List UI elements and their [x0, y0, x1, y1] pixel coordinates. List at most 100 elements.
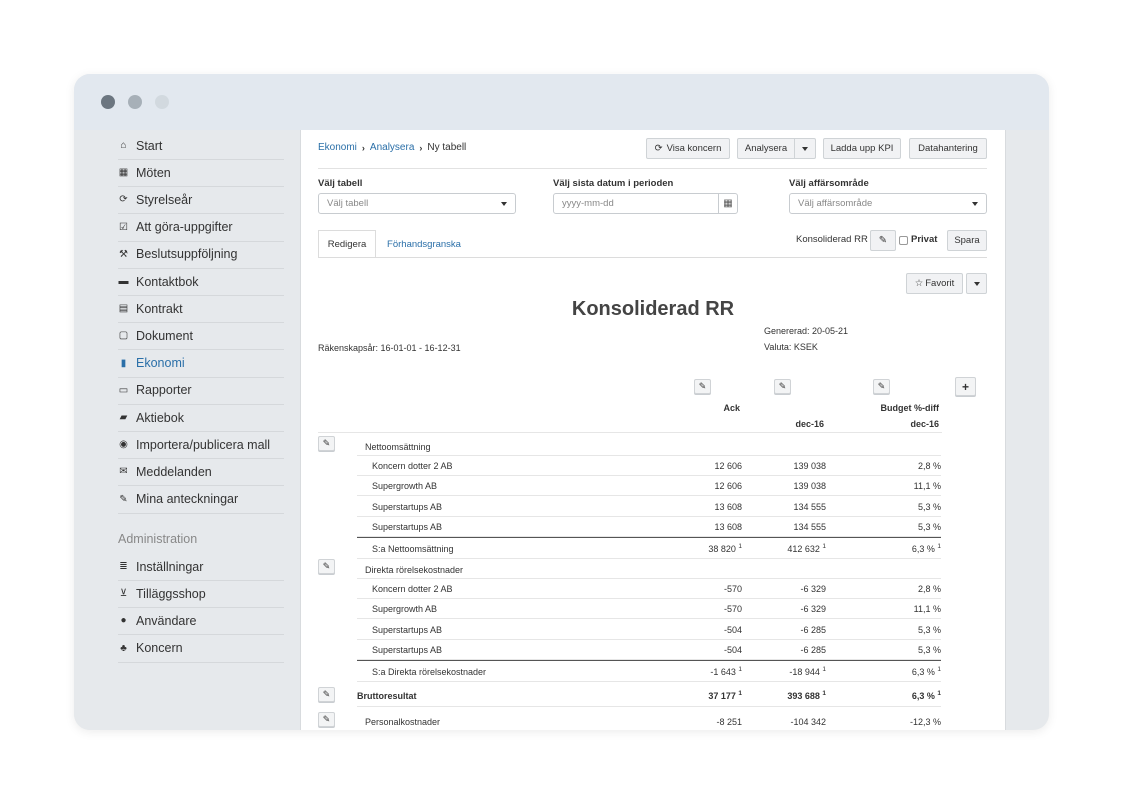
gross-row: Bruttoresultat 37 177 1 393 688 1 6,3 % …	[357, 682, 941, 707]
calendar-icon[interactable]: ▦	[718, 194, 737, 213]
ladda-upp-kpi-button[interactable]: Ladda upp KPI	[823, 138, 901, 159]
personal-budget-diff-value: -12,3 %	[909, 717, 941, 727]
sidebar-item-6[interactable]: ▤ Kontrakt	[118, 295, 284, 324]
sidebar-item-label: Användare	[136, 613, 197, 628]
sidebar-item-1[interactable]: ▦ Möten	[118, 159, 284, 188]
edit-column-1-button[interactable]: ✎	[694, 379, 711, 394]
main-content: Ekonomi › Analysera › Ny tabell ⟳ Visa k…	[300, 130, 1006, 730]
sidebar-item-3[interactable]: ☑ Att göra-uppgifter	[118, 214, 284, 242]
sum-ack-value: 38 820 1	[708, 542, 742, 554]
home-icon: ⌂	[120, 140, 127, 151]
favorite-label: Favorit	[925, 278, 955, 289]
sidebar-admin-item-0[interactable]: ≣ Inställningar	[118, 553, 284, 581]
book-icon: ▬	[118, 276, 129, 287]
row-dec-value: -6 285	[800, 624, 826, 635]
sidebar-item-label: Koncern	[136, 641, 183, 656]
row-budget-diff-value: 11,1 %	[913, 604, 941, 614]
date-input-label: Välj sista datum i perioden	[553, 178, 674, 189]
sidebar-item-9[interactable]: ▭ Rapporter	[118, 377, 284, 405]
row-ack-value: 12 606	[714, 481, 742, 491]
row-ack-value: -570	[723, 583, 742, 594]
app-window: ⌂ Start ▦ Möten ⟳ Styrelseår ☑ Att göra-…	[74, 74, 1049, 730]
sum-name: S:a Nettoomsättning	[372, 543, 454, 554]
caret-down-icon	[802, 146, 808, 151]
breadcrumb-ekonomi[interactable]: Ekonomi	[318, 142, 357, 153]
star-icon: ☆	[914, 278, 924, 289]
sidebar-admin-item-3[interactable]: ♣ Koncern	[118, 635, 284, 663]
gross-ack-value: 37 177 1	[708, 690, 742, 701]
edit-gross-button[interactable]: ✎	[318, 687, 335, 702]
analysera-button[interactable]: Analysera	[737, 138, 795, 159]
breadcrumb: Ekonomi › Analysera › Ny tabell	[318, 142, 466, 153]
sidebar-item-7[interactable]: ▢ Dokument	[118, 322, 284, 351]
user-icon: ●	[120, 615, 127, 627]
sidebar-admin-item-2[interactable]: ● Användare	[118, 607, 284, 636]
analysera-label: Analysera	[744, 143, 788, 154]
favorite-dropdown-button[interactable]	[966, 273, 987, 294]
sum-row: S:a Nettoomsättning 38 820 1 412 632 1 6…	[357, 536, 941, 559]
calendar-icon: ▦	[118, 167, 129, 179]
gross-name: Bruttoresultat	[357, 691, 417, 701]
datahantering-button[interactable]: Datahantering	[909, 138, 987, 159]
edit-column-3-button[interactable]: ✎	[873, 379, 890, 394]
settings-icon: ≣	[119, 561, 128, 572]
sidebar-item-5[interactable]: ▬ Kontaktbok	[118, 268, 284, 296]
column-header-ack: Ack	[723, 403, 740, 413]
breadcrumb-current: Ny tabell	[427, 142, 467, 153]
row-dec-value: -6 329	[800, 583, 826, 594]
breadcrumb-analysera[interactable]: Analysera	[370, 142, 414, 153]
plus-icon: +	[961, 379, 969, 394]
chevron-right-icon: ›	[361, 142, 365, 153]
date-input[interactable]: yyyy-mm-dd ▦	[553, 193, 738, 214]
gavel-icon: ⚒	[119, 248, 128, 260]
globe-icon: ◉	[119, 439, 128, 451]
sidebar-item-8[interactable]: ▮ Ekonomi	[118, 350, 284, 378]
report-title: Konsoliderad RR	[571, 298, 735, 320]
area-select-value: Välj affärsområde	[798, 198, 873, 209]
edit-group-button[interactable]: ✎	[318, 559, 335, 574]
row-name: Superstartups AB	[372, 645, 443, 655]
tab-redigera[interactable]: Redigera	[318, 230, 376, 258]
add-column-button[interactable]: +	[955, 377, 976, 396]
visa-koncern-button[interactable]: ⟳ Visa koncern	[646, 138, 730, 159]
sidebar-item-label: Kontaktbok	[136, 274, 199, 289]
sidebar-item-10[interactable]: ▰ Aktiebok	[118, 404, 284, 432]
window-titlebar	[74, 74, 1049, 130]
table-row: Superstartups AB -504 -6 285 5,3 %	[357, 619, 941, 640]
save-button[interactable]: Spara	[947, 230, 987, 251]
column-header-budget-period: dec-16	[910, 419, 939, 429]
row-name: Supergrowth AB	[372, 481, 438, 491]
row-dec-value: 139 038	[793, 481, 826, 491]
sum-ack-value: -1 643 1	[710, 665, 742, 677]
table-row: Superstartups AB 13 608 134 555 5,3 %	[357, 516, 941, 537]
envelope-icon: ✉	[119, 466, 128, 478]
sidebar-item-11[interactable]: ◉ Importera/publicera mall	[118, 431, 284, 460]
edit-column-2-button[interactable]: ✎	[774, 379, 791, 394]
header-divider	[318, 168, 987, 169]
sidebar-item-2[interactable]: ⟳ Styrelseår	[118, 186, 284, 215]
table-select[interactable]: Välj tabell	[318, 193, 516, 214]
refresh-icon: ⟳	[119, 194, 128, 206]
window-close-dot[interactable]	[101, 95, 115, 109]
tab-forhandsgranska[interactable]: Förhandsgranska	[378, 230, 470, 258]
favorite-button[interactable]: ☆ Favorit	[906, 273, 963, 294]
edit-personal-button[interactable]: ✎	[318, 712, 335, 727]
private-checkbox[interactable]	[899, 236, 908, 245]
area-select[interactable]: Välj affärsområde	[789, 193, 987, 214]
sidebar-item-12[interactable]: ✉ Meddelanden	[118, 458, 284, 487]
fiscal-year-text: Räkenskapsår: 16-01-01 - 16-12-31	[318, 343, 461, 353]
sidebar-item-13[interactable]: ✎ Mina anteckningar	[118, 486, 284, 514]
table-row: Supergrowth AB 12 606 139 038 11,1 %	[357, 475, 941, 496]
row-name: Superstartups AB	[372, 624, 443, 635]
window-minimize-dot[interactable]	[128, 95, 142, 109]
analysera-dropdown-button[interactable]	[794, 138, 816, 159]
edit-group-button[interactable]: ✎	[318, 436, 335, 451]
pencil-icon: ✎	[878, 235, 888, 246]
edit-name-button[interactable]: ✎	[870, 230, 896, 251]
sidebar-item-0[interactable]: ⌂ Start	[118, 132, 284, 160]
sidebar-admin-item-1[interactable]: ⊻ Tilläggsshop	[118, 580, 284, 609]
window-maximize-dot[interactable]	[155, 95, 169, 109]
sidebar-item-label: Beslutsuppföljning	[136, 247, 238, 262]
row-ack-value: -570	[723, 604, 742, 614]
sidebar-item-4[interactable]: ⚒ Beslutsuppföljning	[118, 241, 284, 269]
